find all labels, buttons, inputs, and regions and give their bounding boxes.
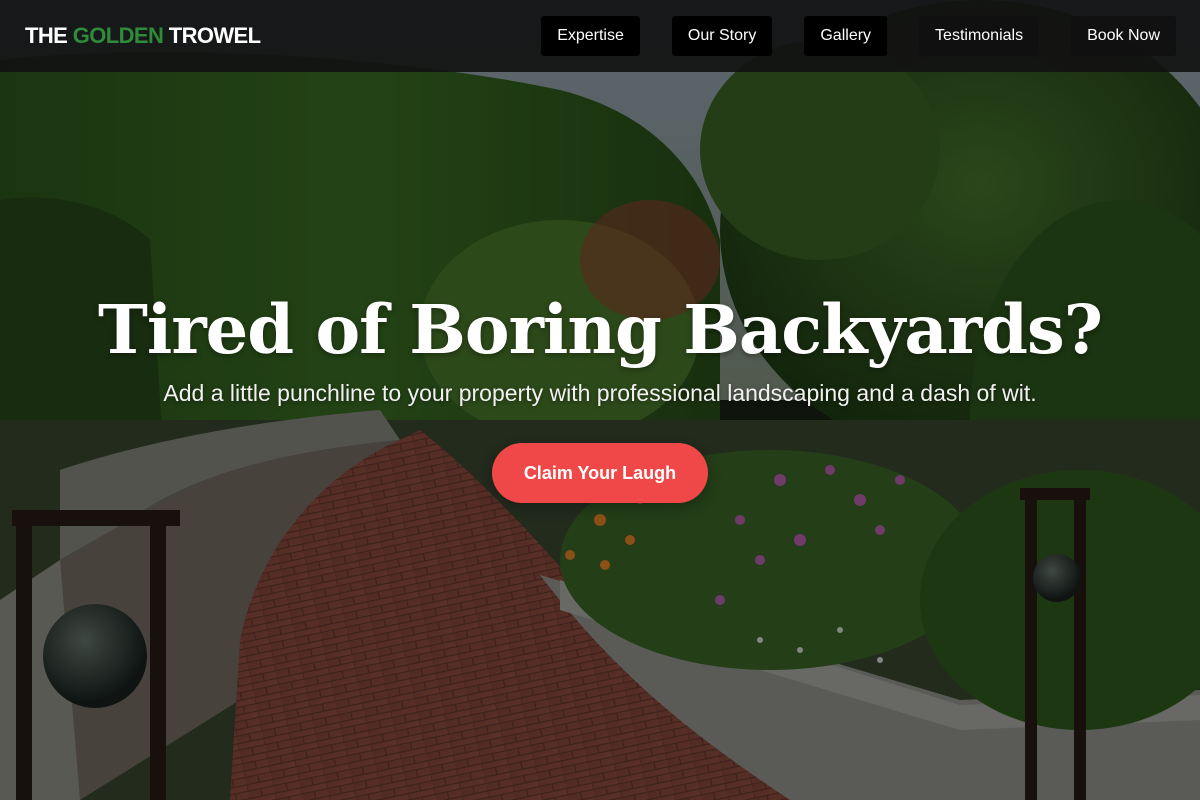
nav-link-book-now[interactable]: Book Now — [1071, 16, 1176, 56]
hero-subtitle: Add a little punchline to your property … — [163, 380, 1037, 406]
logo-text-trowel: TROWEL — [163, 23, 261, 48]
main-nav: Expertise Our Story Gallery Testimonials… — [541, 16, 1176, 56]
nav-link-expertise[interactable]: Expertise — [541, 16, 640, 56]
nav-link-testimonials[interactable]: Testimonials — [919, 16, 1040, 56]
nav-link-gallery[interactable]: Gallery — [804, 16, 888, 56]
claim-your-laugh-button[interactable]: Claim Your Laugh — [491, 443, 709, 503]
hero-title: Tired of Boring Backyards? — [98, 290, 1103, 369]
site-header: THE GOLDEN TROWEL Expertise Our Story Ga… — [0, 0, 1200, 72]
logo-text-golden: GOLDEN — [72, 23, 164, 48]
site-logo[interactable]: THE GOLDEN TROWEL — [25, 23, 261, 49]
logo-text-the: THE — [25, 23, 73, 48]
nav-link-our-story[interactable]: Our Story — [671, 16, 773, 56]
hero-content: Tired of Boring Backyards? Add a little … — [0, 282, 1200, 503]
